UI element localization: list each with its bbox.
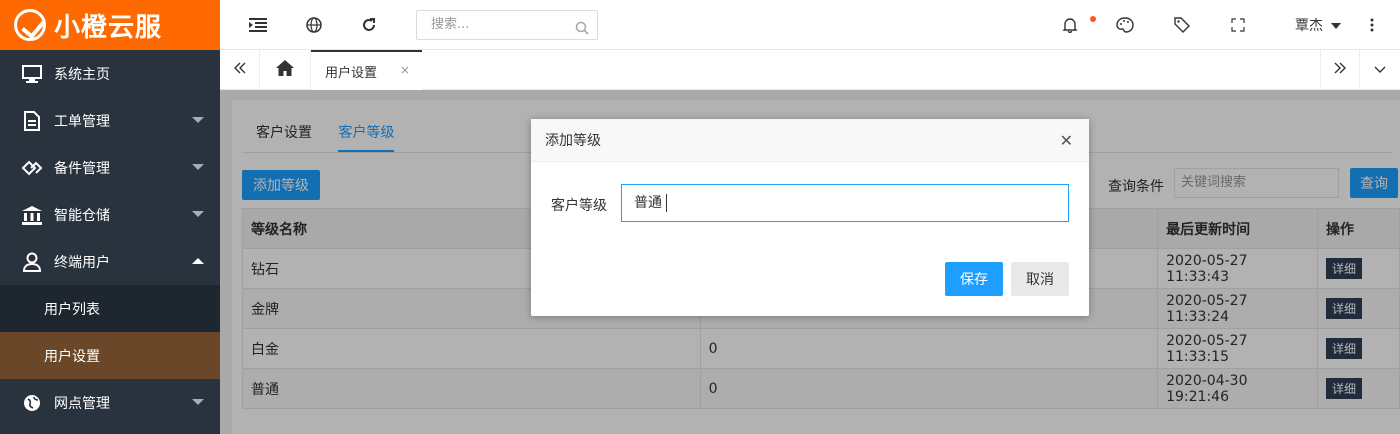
chevron-down-icon: [1374, 62, 1386, 78]
add-level-dialog: 添加等级 ✕ 客户等级 普通 保存 取消: [531, 119, 1089, 316]
input-value: 普通: [634, 195, 662, 211]
brand-logo[interactable]: 小橙云服: [0, 0, 220, 50]
double-chevron-right-icon: [1334, 62, 1346, 78]
customer-level-input[interactable]: 普通: [621, 184, 1069, 222]
save-button[interactable]: 保存: [945, 262, 1003, 296]
chevron-up-icon: [192, 258, 204, 264]
customer-level-label: 客户等级: [551, 198, 607, 214]
sidebar-item-label: 网点管理: [54, 395, 110, 412]
chevron-down-icon: [192, 164, 204, 170]
monitor-icon: [20, 62, 44, 86]
close-icon[interactable]: ×: [400, 63, 410, 77]
menu-toggle-icon[interactable]: [246, 13, 270, 37]
sidebar-subitem-user-settings[interactable]: 用户设置: [0, 332, 220, 379]
sidebar-item-outlets[interactable]: 网点管理: [0, 379, 220, 426]
globe-icon[interactable]: [302, 13, 326, 37]
home-tab[interactable]: [260, 50, 311, 90]
search-icon[interactable]: [575, 18, 589, 46]
tab-options-button[interactable]: [1360, 50, 1400, 90]
page-tabs-bar: 用户设置 ×: [220, 50, 1400, 90]
chevron-down-icon: [192, 117, 204, 123]
sidebar-item-label: 工单管理: [54, 113, 110, 130]
brand-name: 小橙云服: [54, 12, 163, 43]
sidebar-item-label: 终端用户: [54, 254, 110, 271]
sidebar-subitem-label: 用户列表: [44, 301, 100, 318]
bank-icon: [20, 203, 44, 227]
bell-icon[interactable]: [1058, 13, 1082, 37]
sidebar-item-label: 系统主页: [54, 66, 110, 83]
sidebar-item-home[interactable]: 系统主页: [0, 50, 220, 97]
text-cursor: [666, 194, 667, 212]
scroll-left-button[interactable]: [220, 50, 260, 90]
double-chevron-left-icon: [233, 62, 246, 78]
tag-icon[interactable]: [1170, 13, 1194, 37]
document-icon: [20, 109, 44, 133]
close-icon[interactable]: ✕: [1060, 131, 1073, 150]
palette-icon[interactable]: [1113, 13, 1137, 37]
caret-down-icon: [1331, 23, 1342, 29]
tab-label: 用户设置: [325, 65, 378, 81]
search-input[interactable]: 搜索...: [416, 10, 598, 40]
sidebar: 小橙云服 系统主页 工单管理 备件管理 智能仓储 终端用户 用户列表 用户设置 …: [0, 0, 220, 434]
refresh-icon[interactable]: [357, 13, 381, 37]
user-icon: [20, 250, 44, 274]
chevron-down-icon: [192, 211, 204, 217]
sidebar-subitem-label: 用户设置: [44, 348, 100, 365]
sidebar-item-end-users[interactable]: 终端用户: [0, 238, 220, 285]
diamond-icon: [20, 156, 44, 180]
globe-icon: [20, 391, 44, 415]
sidebar-item-label: 智能仓储: [54, 207, 110, 224]
sidebar-item-warehouse[interactable]: 智能仓储: [0, 191, 220, 238]
sidebar-subitem-user-list[interactable]: 用户列表: [0, 285, 220, 332]
search-placeholder: 搜索...: [431, 17, 470, 32]
user-name: 覃杰: [1295, 18, 1323, 34]
more-vertical-icon[interactable]: [1360, 13, 1384, 37]
dialog-header: 添加等级 ✕: [531, 119, 1089, 162]
sidebar-item-spare-parts[interactable]: 备件管理: [0, 144, 220, 191]
sidebar-item-label: 备件管理: [54, 160, 110, 177]
top-header: 搜索... 覃杰: [220, 0, 1400, 50]
scroll-right-button[interactable]: [1320, 50, 1360, 90]
logo-icon: [14, 9, 46, 41]
sidebar-item-work-orders[interactable]: 工单管理: [0, 97, 220, 144]
fullscreen-icon[interactable]: [1226, 13, 1250, 37]
dialog-title: 添加等级: [545, 133, 601, 149]
tab-user-settings[interactable]: 用户设置 ×: [311, 50, 422, 90]
notification-dot: [1090, 16, 1096, 22]
home-icon: [276, 60, 294, 80]
user-menu[interactable]: 覃杰: [1295, 15, 1342, 35]
cancel-button[interactable]: 取消: [1011, 262, 1069, 296]
chevron-down-icon: [192, 399, 204, 405]
